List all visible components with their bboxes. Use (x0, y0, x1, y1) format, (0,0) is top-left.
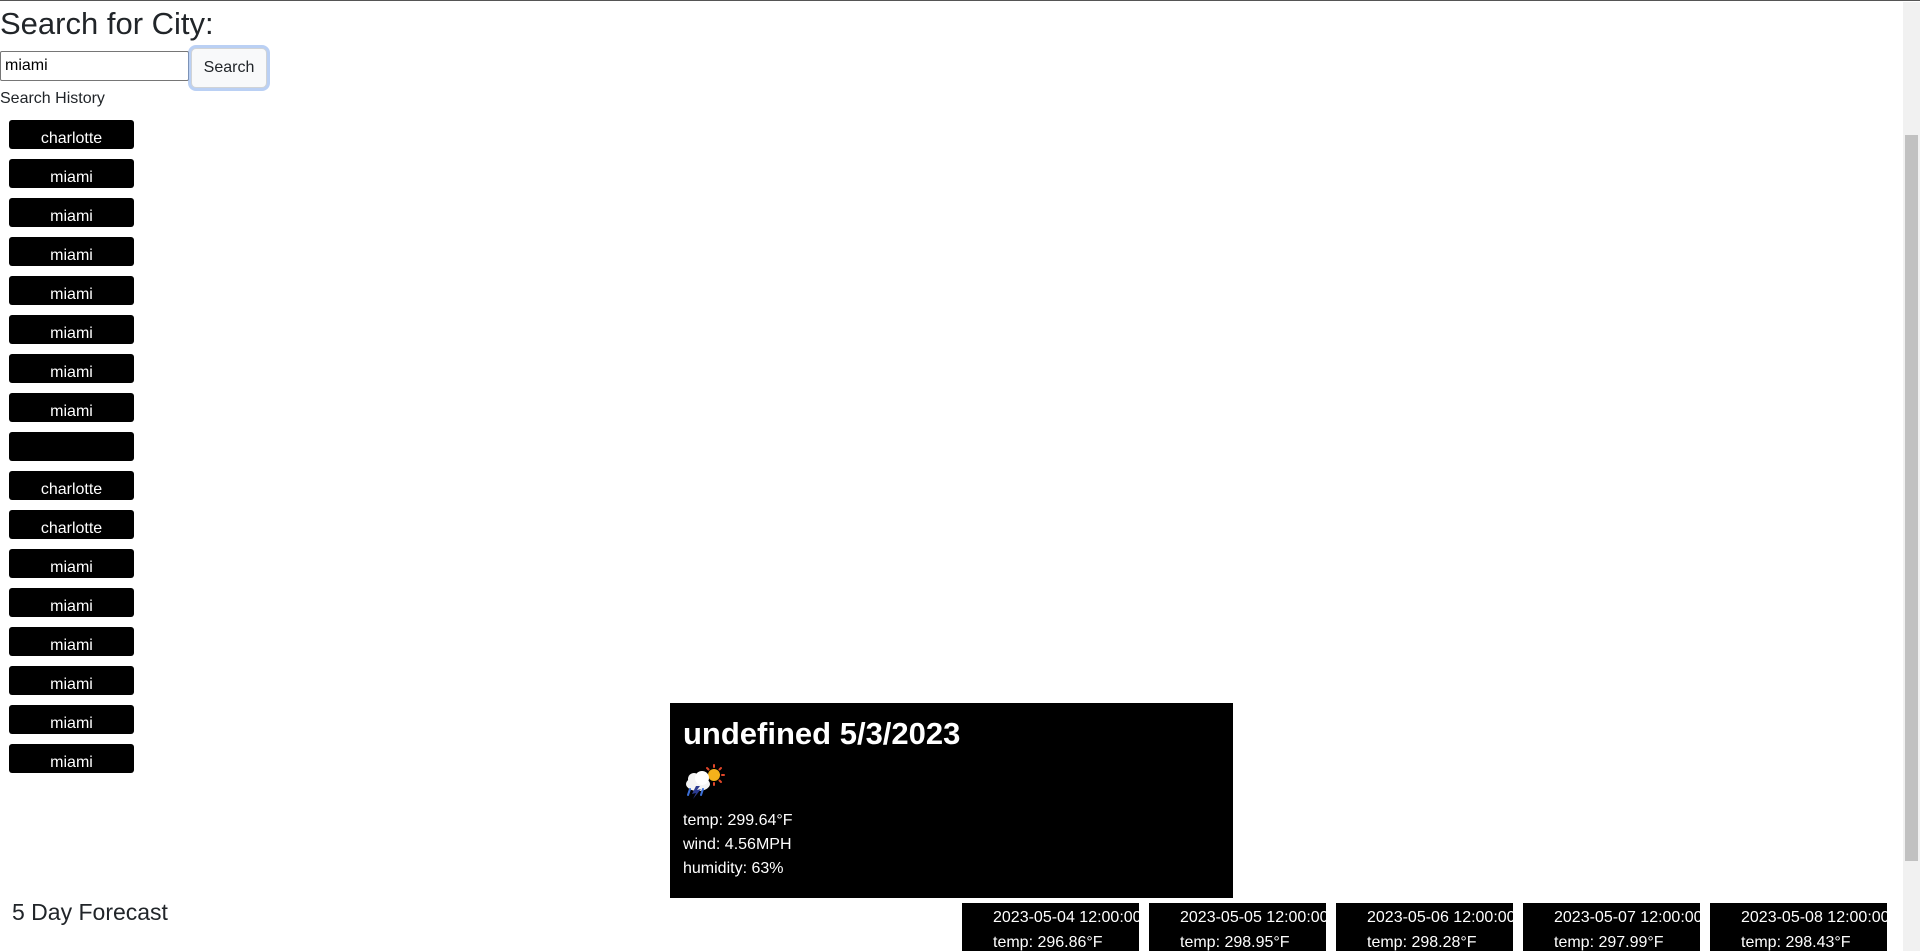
thunderstorm-sun-icon (686, 764, 725, 799)
forecast-temp: temp: 298.95°F (1180, 934, 1290, 951)
forecast-date: 2023-05-08 12:00:00 (1741, 909, 1887, 926)
history-item-button[interactable]: miami (9, 705, 134, 734)
history-item-button[interactable]: miami (9, 354, 134, 383)
forecast-card-day-1: 2023-05-04 12:00:00 temp: 296.86°F (962, 903, 1139, 951)
weather-dashboard: Search for City: Search Search History c… (0, 0, 1920, 951)
scrollbar-thumb[interactable] (1905, 135, 1918, 861)
forecast-card-day-5: 2023-05-08 12:00:00 temp: 298.43°F (1710, 903, 1887, 951)
forecast-temp: temp: 296.86°F (993, 934, 1103, 951)
current-wind: wind: 4.56MPH (683, 836, 792, 853)
search-history-label: Search History (0, 90, 105, 107)
search-button[interactable]: Search (191, 48, 267, 88)
forecast-card-day-3: 2023-05-06 12:00:00 temp: 298.28°F (1336, 903, 1513, 951)
forecast-date: 2023-05-06 12:00:00 (1367, 909, 1513, 926)
history-item-button[interactable]: miami (9, 159, 134, 188)
vertical-scrollbar[interactable] (1903, 2, 1920, 951)
history-item-button[interactable]: miami (9, 393, 134, 422)
history-item-button[interactable]: charlotte (9, 471, 134, 500)
history-item-button[interactable]: charlotte (9, 120, 134, 149)
forecast-date: 2023-05-07 12:00:00 (1554, 909, 1700, 926)
history-item-button[interactable]: miami (9, 198, 134, 227)
history-item-button[interactable]: miami (9, 744, 134, 773)
forecast-date: 2023-05-04 12:00:00 (993, 909, 1139, 926)
current-weather-title: undefined 5/3/2023 (683, 716, 961, 751)
current-temp: temp: 299.64°F (683, 812, 793, 829)
history-item-button[interactable] (9, 432, 134, 461)
forecast-temp: temp: 298.43°F (1741, 934, 1851, 951)
forecast-title: 5 Day Forecast (12, 899, 168, 925)
city-search-input[interactable] (0, 51, 189, 81)
forecast-card-day-4: 2023-05-07 12:00:00 temp: 297.99°F (1523, 903, 1700, 951)
history-item-button[interactable]: miami (9, 588, 134, 617)
history-item-button[interactable]: miami (9, 315, 134, 344)
history-item-button[interactable]: charlotte (9, 510, 134, 539)
forecast-card-day-2: 2023-05-05 12:00:00 temp: 298.95°F (1149, 903, 1326, 951)
forecast-temp: temp: 298.28°F (1367, 934, 1477, 951)
history-item-button[interactable]: miami (9, 627, 134, 656)
forecast-date: 2023-05-05 12:00:00 (1180, 909, 1326, 926)
forecast-temp: temp: 297.99°F (1554, 934, 1664, 951)
history-item-button[interactable]: miami (9, 276, 134, 305)
page-title: Search for City: (0, 6, 214, 41)
history-item-button[interactable]: miami (9, 549, 134, 578)
history-item-button[interactable]: miami (9, 666, 134, 695)
history-item-button[interactable]: miami (9, 237, 134, 266)
current-humidity: humidity: 63% (683, 860, 784, 877)
current-weather-card: undefined 5/3/2023 temp: 299.64°F wind: … (670, 703, 1233, 898)
search-history-list: charlotte miami miami miami miami miami … (9, 120, 134, 783)
